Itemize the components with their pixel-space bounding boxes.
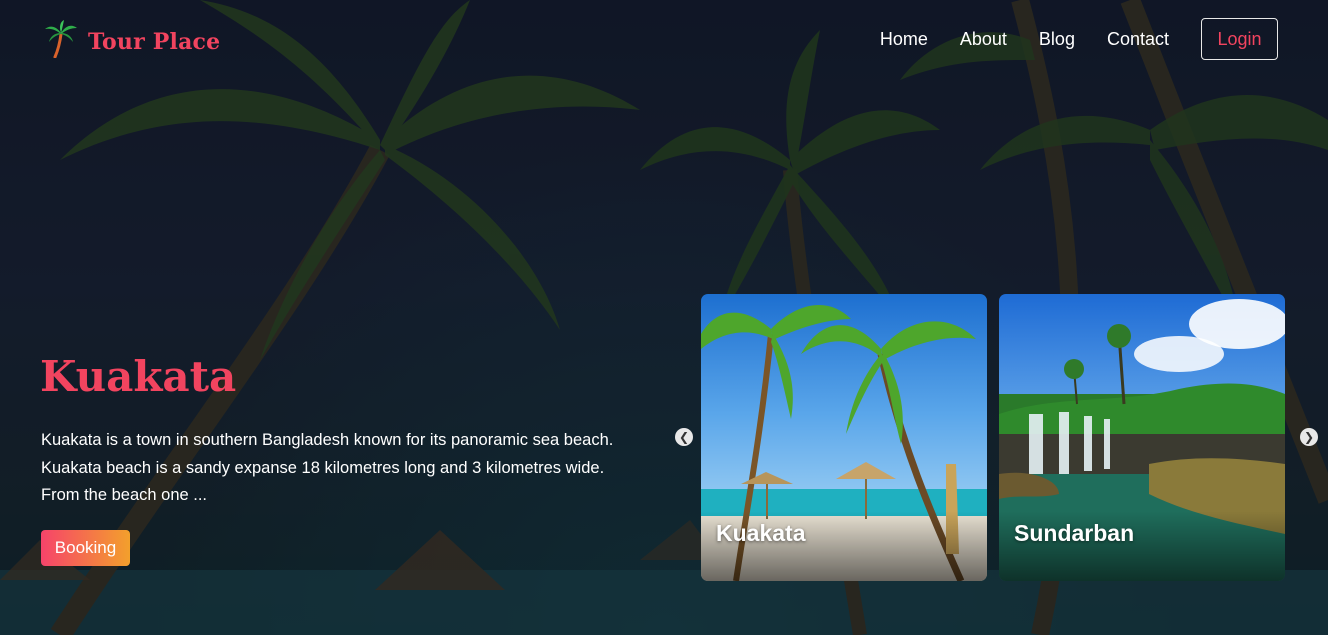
booking-button[interactable]: Booking — [41, 530, 130, 566]
destination-description: Kuakata is a town in southern Bangladesh… — [41, 431, 614, 504]
destination-card-kuakata[interactable]: Kuakata — [701, 294, 987, 581]
chevron-left-icon: ❮ — [678, 430, 690, 444]
card-label: Sundarban — [1014, 520, 1135, 546]
chevron-right-icon: ❯ — [1303, 430, 1315, 444]
palm-tree-icon — [44, 20, 78, 63]
card-label: Kuakata — [716, 520, 806, 546]
nav-link-blog[interactable]: Blog — [1039, 17, 1075, 61]
carousel-next-button[interactable]: ❯ — [1300, 428, 1318, 446]
nav-link-contact[interactable]: Contact — [1107, 17, 1169, 61]
main-nav: Home About Blog Contact Login — [848, 17, 1278, 61]
nav-link-about[interactable]: About — [960, 17, 1007, 61]
hero-section: Tour Place Home About Blog Contact Login… — [0, 0, 1328, 635]
brand-name: Tour Place — [88, 28, 221, 55]
nav-link-home[interactable]: Home — [880, 17, 928, 61]
destination-title: Kuakata — [40, 352, 237, 401]
carousel-prev-button[interactable]: ❮ — [675, 428, 693, 446]
login-button[interactable]: Login — [1201, 18, 1278, 60]
brand-logo[interactable]: Tour Place — [44, 20, 220, 63]
destination-card-sundarban[interactable]: Sundarban — [999, 294, 1285, 581]
